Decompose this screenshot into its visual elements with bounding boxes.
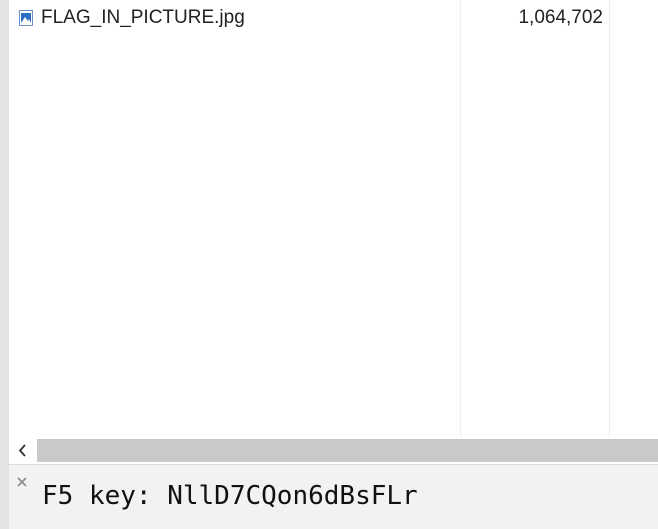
column-divider bbox=[460, 0, 461, 437]
file-row[interactable]: FLAG_IN_PICTURE.jpg 1,064,702 bbox=[9, 4, 658, 32]
find-bar: F5 key: NllD7CQon6dBsFLr bbox=[9, 464, 658, 529]
scroll-left-button[interactable] bbox=[9, 437, 37, 464]
scroll-thumb[interactable] bbox=[37, 439, 658, 462]
file-list: FLAG_IN_PICTURE.jpg 1,064,702 bbox=[9, 0, 658, 437]
file-name: FLAG_IN_PICTURE.jpg bbox=[41, 7, 245, 28]
left-gutter bbox=[0, 0, 9, 529]
chevron-left-icon bbox=[18, 444, 26, 457]
horizontal-scrollbar[interactable] bbox=[9, 437, 658, 464]
file-size: 1,064,702 bbox=[518, 7, 603, 28]
image-file-icon bbox=[19, 10, 33, 26]
find-bar-text: F5 key: NllD7CQon6dBsFLr bbox=[42, 481, 418, 511]
close-icon[interactable] bbox=[13, 473, 31, 491]
column-divider bbox=[609, 0, 610, 437]
file-manager-window: FLAG_IN_PICTURE.jpg 1,064,702 F5 key: Nl… bbox=[0, 0, 658, 529]
